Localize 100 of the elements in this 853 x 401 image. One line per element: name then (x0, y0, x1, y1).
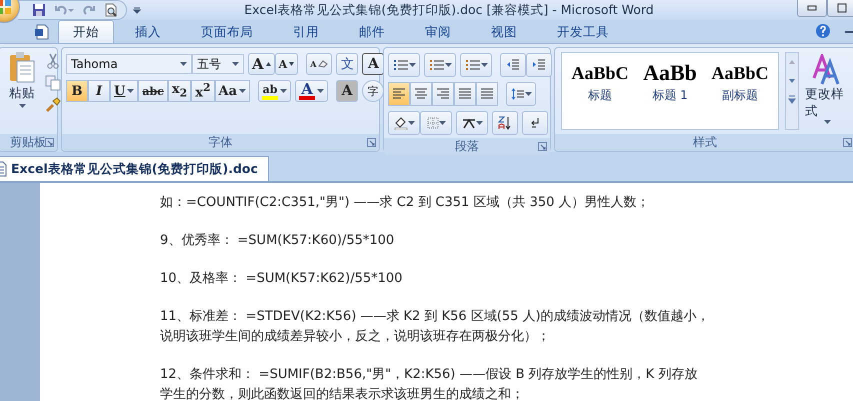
caret-icon (444, 63, 452, 67)
show-marks-button[interactable] (522, 111, 548, 135)
list-icon (464, 59, 480, 71)
font-size-field[interactable]: 五号 (192, 54, 244, 74)
format-button[interactable]: x$_{2}$ (168, 80, 192, 102)
ribbon-tab[interactable]: 引用 (278, 20, 334, 43)
clipboard-icon (9, 51, 35, 83)
format-button[interactable]: I (88, 80, 110, 102)
dialog-launcher-icon[interactable] (367, 138, 376, 147)
font-name-field[interactable]: Tahoma (66, 54, 192, 74)
window-title: Excel表格常见公式集锦(免费打印版).doc [兼容模式] - Microsoft Word (243, 2, 655, 18)
gallery-scroll[interactable] (785, 52, 799, 130)
dialog-launcher-icon[interactable] (538, 142, 547, 151)
caret-icon (180, 62, 187, 66)
style-item[interactable]: AaBbC 标题 (568, 59, 632, 107)
decrease-indent-button[interactable] (500, 53, 526, 77)
paragraph: 如：=COUNTIF(C2:C351,"男") ——求 C2 到 C351 区域（共 350 人）男性人数； (160, 194, 651, 212)
align-button[interactable] (476, 82, 498, 106)
chinese-layout-button[interactable] (456, 111, 488, 135)
caret-icon (524, 92, 532, 96)
ribbon-tab[interactable]: 开始 (58, 20, 114, 43)
ribbon-tab[interactable]: 审阅 (410, 20, 466, 43)
format-button[interactable]: Aa (214, 80, 250, 102)
group-label: 剪贴板 (10, 134, 46, 151)
change-styles-button[interactable]: 更改样式 (803, 50, 851, 132)
ribbon-tab[interactable]: 邮件 (344, 20, 400, 43)
align-button[interactable] (454, 82, 476, 106)
sort-button[interactable] (492, 111, 518, 135)
paragraph-mark-icon (529, 117, 541, 129)
sort-icon (498, 116, 512, 130)
caret-icon (824, 120, 830, 124)
line-spacing-button[interactable] (506, 82, 536, 106)
caret-icon (280, 89, 288, 93)
font-color-button[interactable]: A (295, 80, 328, 102)
align-icon (458, 88, 472, 100)
align-button[interactable] (388, 82, 410, 106)
border-grid-icon (426, 117, 438, 129)
dialog-launcher-icon[interactable] (843, 138, 852, 147)
align-icon (436, 88, 450, 100)
up-caret-icon (266, 62, 271, 66)
group-label: 段落 (455, 138, 479, 155)
document-icon[interactable] (34, 24, 50, 40)
multilevel-button[interactable] (460, 53, 492, 77)
line-spacing-icon (510, 88, 524, 100)
paragraph: 10、及格率： =SUM(K57:K62)/55*100 (160, 270, 404, 288)
caret-icon (480, 63, 488, 67)
maximize-button[interactable] (827, 0, 853, 17)
customize-toolbar-icon[interactable] (133, 6, 141, 14)
highlight-button[interactable]: ab (258, 80, 292, 102)
dialog-launcher-icon[interactable] (45, 138, 54, 147)
numbering-button[interactable] (424, 53, 456, 77)
scissors-icon[interactable] (45, 53, 61, 69)
minimize-button[interactable] (797, 0, 827, 17)
format-button[interactable]: x$^{2}$ (191, 80, 214, 102)
minimize-icon (807, 5, 817, 11)
clear-formatting-button[interactable]: A (306, 53, 332, 75)
save-icon[interactable] (32, 3, 46, 17)
ribbon-tab[interactable]: 插入 (120, 20, 176, 43)
ribbon-tab[interactable]: 页面布局 (186, 20, 268, 43)
style-item[interactable]: AaBbC 副标题 (708, 59, 772, 107)
increase-indent-button[interactable] (526, 53, 552, 77)
ribbon-tab[interactable]: 开发工具 (542, 20, 624, 43)
style-item[interactable]: AaBb 标题 1 (638, 59, 702, 107)
paste-button[interactable]: 粘贴 (3, 51, 41, 131)
shrink-font-button[interactable]: A (274, 53, 298, 75)
character-shading-button[interactable]: A (336, 80, 358, 102)
print-preview-icon[interactable] (104, 3, 118, 17)
caret-icon (232, 62, 239, 66)
caret-icon (239, 89, 246, 93)
enclose-characters-button[interactable]: 字 (362, 80, 384, 102)
phonetic-guide-button[interactable]: 文 (336, 53, 358, 75)
character-border-button[interactable]: A (362, 53, 384, 75)
caret-icon (317, 89, 324, 93)
format-button[interactable]: U (110, 80, 138, 102)
ribbon-tab[interactable]: 视图 (476, 20, 532, 43)
align-icon (480, 88, 494, 100)
paragraph: 11、标准差： =STDEV(K2:K56) ——求 K2 到 K56 区域(55 人)的成绩波动情况（数值越小， 说明该班学生间的成绩差异较小，反之，说明该班存在两极分化）； (160, 308, 711, 346)
down-caret-icon (289, 62, 294, 66)
caret-icon (408, 63, 416, 67)
list-icon (392, 59, 408, 71)
paintbrush-icon[interactable] (45, 97, 61, 113)
align-button[interactable] (410, 82, 432, 106)
group-label: 样式 (693, 134, 717, 151)
format-button[interactable]: B (66, 80, 88, 102)
caret-icon (408, 121, 414, 125)
eraser-icon (318, 60, 328, 68)
paragraph: 9、优秀率： =SUM(K57:K60)/55*100 (160, 232, 396, 250)
bullets-button[interactable] (388, 53, 420, 77)
indent-icon (532, 59, 546, 71)
copy-icon[interactable] (45, 75, 61, 91)
format-button[interactable]: abc (138, 80, 168, 102)
align-button[interactable] (432, 82, 454, 106)
help-icon[interactable] (815, 23, 831, 39)
align-icon (414, 88, 428, 100)
grow-font-button[interactable]: A (248, 53, 275, 75)
caret-icon (476, 121, 482, 125)
list-icon (428, 59, 444, 71)
shading-button[interactable] (388, 111, 420, 135)
chinese-layout-icon (462, 117, 476, 129)
document-tab[interactable]: Excel表格常见公式集锦(免费打印版).doc (0, 156, 269, 181)
